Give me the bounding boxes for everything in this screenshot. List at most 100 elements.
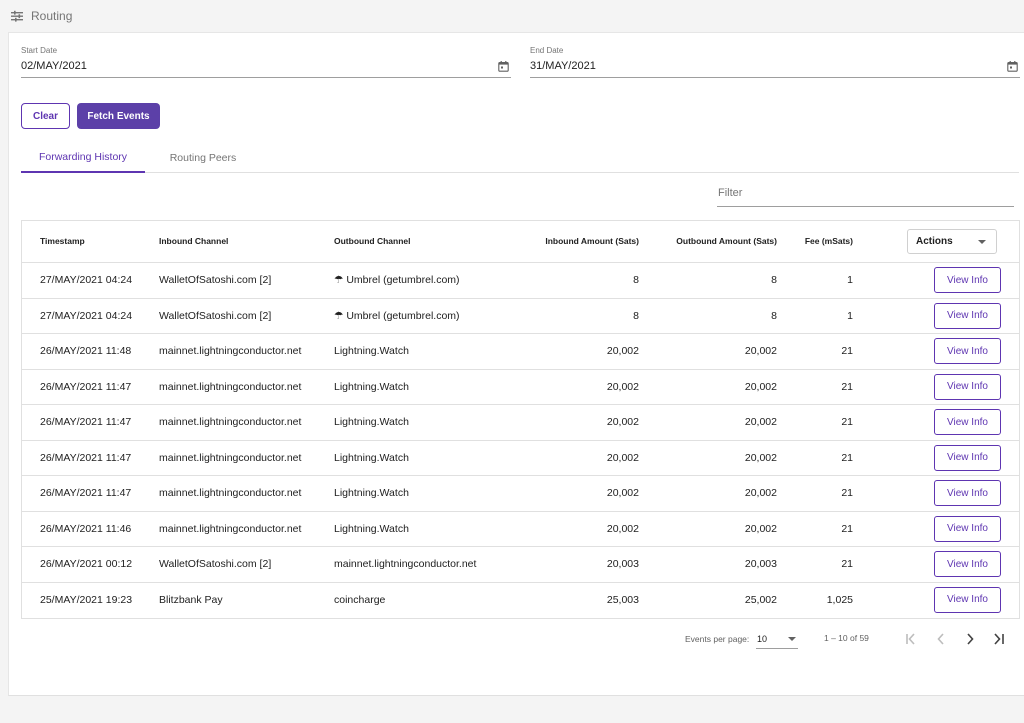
view-info-button[interactable]: View Info: [934, 302, 1001, 329]
view-info-button[interactable]: View Info: [934, 444, 1001, 471]
cell-fee: 21: [841, 522, 853, 535]
filter-input[interactable]: Filter: [717, 183, 1014, 207]
cell-outbound-channel: ☂ Umbrel (getumbrel.com): [334, 274, 460, 286]
view-info-button[interactable]: View Info: [934, 551, 1001, 577]
calendar-icon[interactable]: [1007, 61, 1018, 72]
cell-inbound-amount: 20,002: [606, 522, 639, 535]
start-date-underline: [21, 77, 511, 78]
routing-card: Start Date 02/MAY/2021 End Date 31/MAY/2…: [8, 32, 1024, 696]
view-info-button[interactable]: View Info: [934, 409, 1001, 435]
previous-page-icon[interactable]: [931, 629, 951, 649]
table-header: Timestamp Inbound Channel Outbound Chann…: [22, 221, 1019, 263]
cell-inbound-amount: 20,002: [606, 380, 639, 393]
table-row: 27/MAY/2021 04:24 WalletOfSatoshi.com [2]…: [22, 299, 1019, 334]
tab-bar: Forwarding History Routing Peers: [21, 143, 1019, 173]
cell-timestamp: 27/MAY/2021 04:24: [40, 274, 133, 286]
table-row: 25/MAY/2021 19:23 Blitzbank Pay coincharge…: [22, 583, 1019, 619]
cell-inbound-channel: Blitzbank Pay: [159, 593, 223, 606]
filter-placeholder: Filter: [718, 187, 743, 199]
table-row: 26/MAY/2021 11:47 mainnet.lightningconduc…: [22, 370, 1019, 405]
cell-outbound-amount: 8: [771, 274, 777, 286]
table-row: 27/MAY/2021 04:24 WalletOfSatoshi.com [2]…: [22, 263, 1019, 299]
per-page-value: 10: [757, 634, 768, 644]
end-date-value[interactable]: 31/MAY/2021: [530, 60, 596, 72]
paginator: Events per page: 10 1 – 10 of 59: [9, 628, 1024, 652]
header-inbound-amount[interactable]: Inbound Amount (Sats): [545, 236, 639, 246]
cell-fee: 21: [841, 451, 853, 464]
cell-outbound-channel: coincharge: [334, 593, 386, 606]
table-row: 26/MAY/2021 00:12 WalletOfSatoshi.com [2]…: [22, 547, 1019, 583]
chevron-down-icon: [788, 637, 796, 641]
cell-timestamp: 26/MAY/2021 11:47: [40, 487, 132, 499]
cell-timestamp: 26/MAY/2021 00:12: [40, 558, 133, 570]
view-info-button[interactable]: View Info: [934, 586, 1001, 613]
cell-inbound-amount: 20,002: [606, 416, 639, 428]
page-range: 1 – 10 of 59: [824, 633, 869, 643]
fetch-events-button[interactable]: Fetch Events: [77, 103, 160, 129]
cell-timestamp: 26/MAY/2021 11:48: [40, 345, 132, 357]
cell-outbound-amount: 20,002: [744, 487, 777, 499]
table-row: 26/MAY/2021 11:47 mainnet.lightningconduc…: [22, 405, 1019, 441]
cell-fee: 21: [841, 416, 853, 428]
per-page-label: Events per page:: [685, 634, 750, 644]
header-fee[interactable]: Fee (mSats): [805, 236, 853, 246]
cell-outbound-amount: 20,002: [744, 522, 777, 535]
cell-timestamp: 26/MAY/2021 11:47: [40, 380, 132, 393]
view-info-button[interactable]: View Info: [934, 480, 1001, 506]
cell-outbound-amount: 20,002: [744, 451, 777, 464]
cell-timestamp: 25/MAY/2021 19:23: [40, 593, 133, 606]
cell-outbound-amount: 20,002: [744, 416, 777, 428]
cell-outbound-channel: Lightning.Watch: [334, 522, 409, 535]
start-date-value[interactable]: 02/MAY/2021: [21, 60, 87, 72]
view-info-button[interactable]: View Info: [934, 338, 1001, 364]
table-row: 26/MAY/2021 11:47 mainnet.lightningconduc…: [22, 476, 1019, 512]
cell-timestamp: 26/MAY/2021 11:46: [40, 522, 132, 535]
cell-fee: 21: [841, 345, 853, 357]
view-info-button[interactable]: View Info: [934, 515, 1001, 542]
cell-inbound-amount: 20,002: [606, 345, 639, 357]
page-title: Routing: [31, 9, 73, 23]
table-body: 27/MAY/2021 04:24 WalletOfSatoshi.com [2]…: [22, 263, 1019, 618]
calendar-icon[interactable]: [498, 61, 509, 72]
cell-timestamp: 26/MAY/2021 11:47: [40, 451, 132, 464]
last-page-icon[interactable]: [989, 629, 1009, 649]
view-info-button[interactable]: View Info: [934, 373, 1001, 400]
cell-outbound-amount: 8: [771, 309, 777, 322]
cell-fee: 21: [841, 558, 853, 570]
header-outbound-channel[interactable]: Outbound Channel: [334, 236, 411, 246]
header-timestamp[interactable]: Timestamp: [40, 236, 85, 246]
cell-inbound-channel: mainnet.lightningconductor.net: [159, 451, 302, 464]
cell-fee: 21: [841, 487, 853, 499]
actions-select[interactable]: Actions: [907, 229, 997, 254]
forwarding-history-table: Timestamp Inbound Channel Outbound Chann…: [21, 220, 1020, 619]
chevron-down-icon: [978, 240, 986, 244]
view-info-button[interactable]: View Info: [934, 267, 1001, 293]
table-row: 26/MAY/2021 11:46 mainnet.lightningconduc…: [22, 512, 1019, 547]
cell-inbound-channel: WalletOfSatoshi.com [2]: [159, 558, 272, 570]
cell-inbound-amount: 20,002: [606, 451, 639, 464]
per-page-select[interactable]: 10: [756, 630, 798, 649]
first-page-icon[interactable]: [901, 629, 921, 649]
cell-timestamp: 27/MAY/2021 04:24: [40, 309, 133, 322]
table-row: 26/MAY/2021 11:48 mainnet.lightningconduc…: [22, 334, 1019, 370]
cell-inbound-channel: mainnet.lightningconductor.net: [159, 380, 302, 393]
end-date-underline: [530, 77, 1020, 78]
cell-fee: 21: [841, 380, 853, 393]
next-page-icon[interactable]: [960, 629, 980, 649]
cell-outbound-channel: Lightning.Watch: [334, 487, 409, 499]
cell-outbound-channel: mainnet.lightningconductor.net: [334, 558, 477, 570]
cell-outbound-channel: Lightning.Watch: [334, 380, 409, 393]
tab-routing-peers[interactable]: Routing Peers: [151, 143, 255, 173]
cell-fee: 1: [847, 309, 853, 322]
clear-button[interactable]: Clear: [21, 103, 70, 129]
cell-outbound-amount: 20,002: [744, 345, 777, 357]
end-date-label: End Date: [530, 46, 564, 55]
cell-outbound-amount: 20,002: [744, 380, 777, 393]
header-outbound-amount[interactable]: Outbound Amount (Sats): [676, 236, 777, 246]
cell-outbound-channel: Lightning.Watch: [334, 451, 409, 464]
cell-outbound-channel: ☂ Umbrel (getumbrel.com): [334, 309, 460, 322]
cell-inbound-channel: WalletOfSatoshi.com [2]: [159, 309, 272, 322]
tab-forwarding-history[interactable]: Forwarding History: [21, 143, 145, 173]
header-inbound-channel[interactable]: Inbound Channel: [159, 236, 228, 246]
cell-inbound-channel: mainnet.lightningconductor.net: [159, 522, 302, 535]
